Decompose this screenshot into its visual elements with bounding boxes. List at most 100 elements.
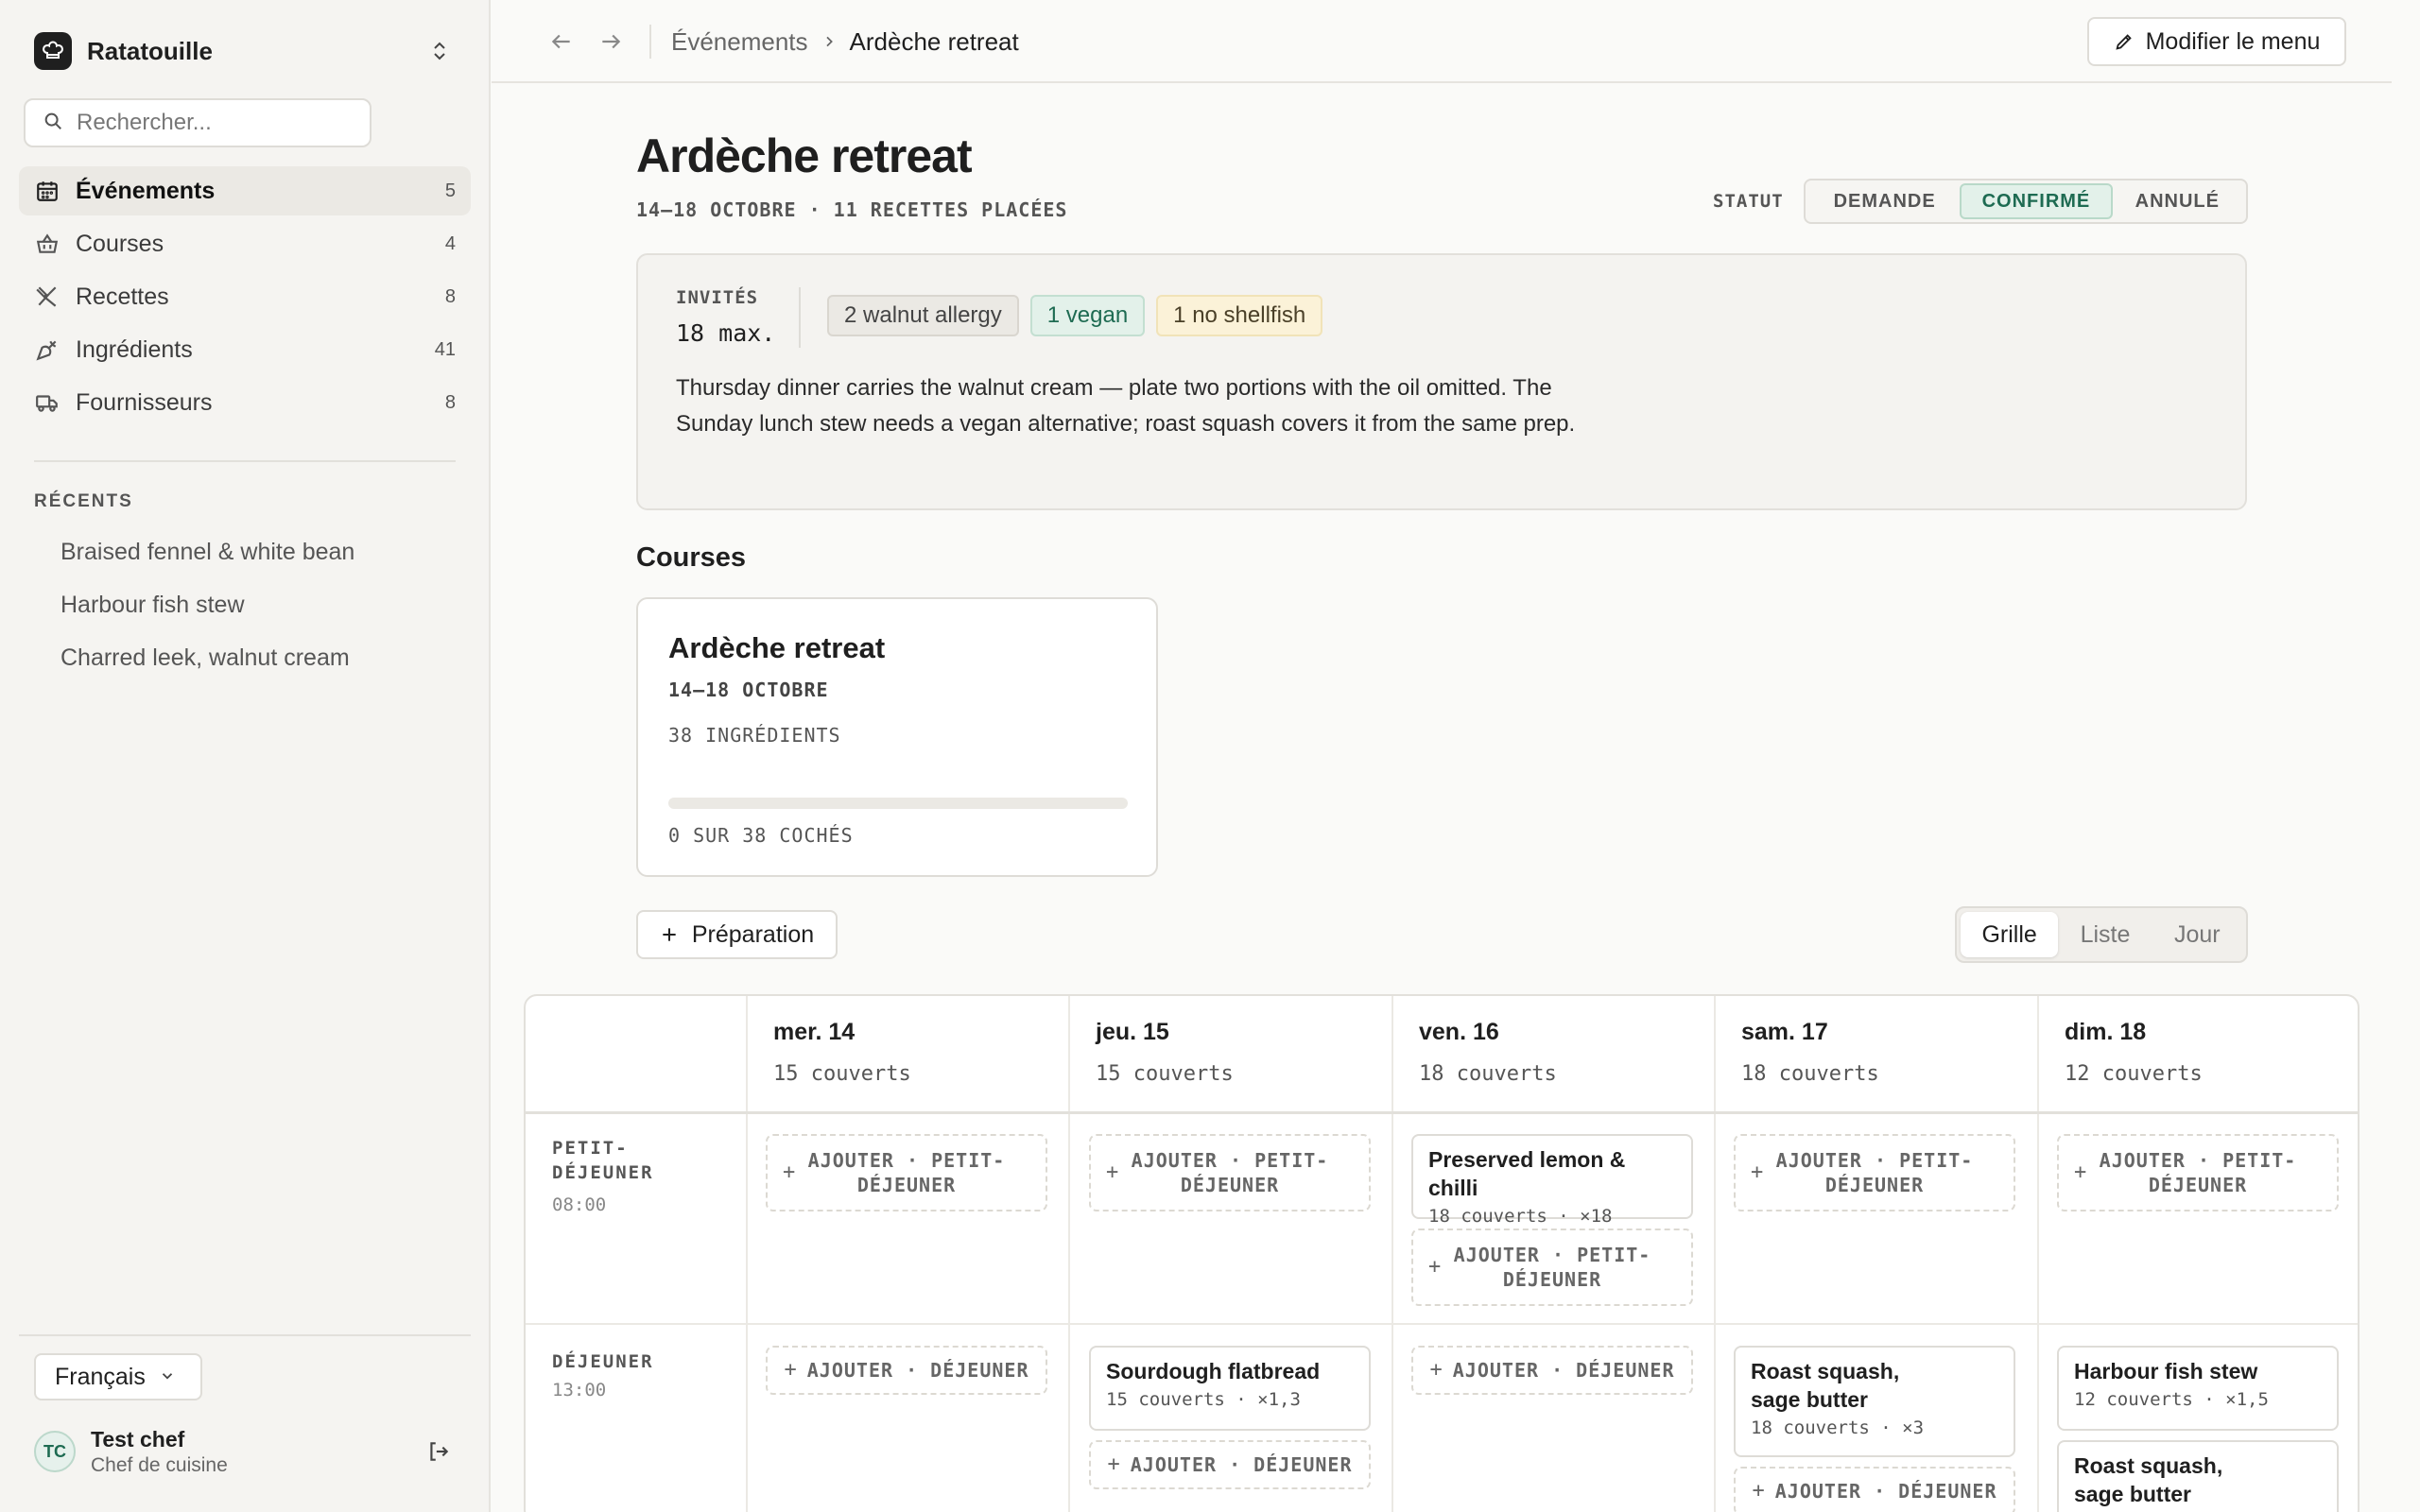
day-name: ven. 16 xyxy=(1419,1019,1499,1045)
add-slot-text: DÉJEUNER xyxy=(856,1174,957,1196)
day-name: jeu. 15 xyxy=(1096,1019,1169,1045)
edit-menu-button[interactable]: Modifier le menu xyxy=(2087,17,2346,66)
chevron-right-icon xyxy=(821,34,837,49)
recipe-card[interactable]: Sourdough flatbread 15 couverts · ×1,3 xyxy=(1089,1346,1371,1431)
day-covers: 12 couverts xyxy=(2065,1062,2203,1086)
day-name: dim. 18 xyxy=(2065,1019,2147,1045)
back-arrow-icon[interactable] xyxy=(544,25,579,59)
recent-item[interactable]: Charred leek, walnut cream xyxy=(60,631,458,684)
forward-arrow-icon[interactable] xyxy=(594,25,628,59)
recipe-meta: 18 couverts · ×3 xyxy=(1751,1418,1925,1438)
add-breakfast-slot[interactable]: + AJOUTER · PETIT- DÉJEUNER xyxy=(1734,1134,2015,1211)
add-slot-text: AJOUTER · PETIT- xyxy=(1131,1149,1329,1172)
recipe-card[interactable]: Roast squash, sage butter 18 couverts · ×… xyxy=(1734,1346,2015,1457)
status-option-confirme[interactable]: CONFIRMÉ xyxy=(1960,183,2113,219)
nav-count: 4 xyxy=(444,232,456,254)
recipe-name-line: sage butter xyxy=(1751,1387,1868,1412)
search-box[interactable] xyxy=(24,98,372,147)
edit-menu-label: Modifier le menu xyxy=(2145,27,2321,55)
guests-value: 18 max. xyxy=(676,319,776,347)
nav-label: Courses xyxy=(76,230,164,257)
add-breakfast-slot[interactable]: + AJOUTER · PETIT- DÉJEUNER xyxy=(766,1134,1047,1211)
recipe-card[interactable]: Roast squash, sage butter xyxy=(2057,1440,2339,1512)
avatar: TC xyxy=(34,1431,76,1472)
user-name: Test chef xyxy=(91,1426,185,1452)
add-breakfast-slot[interactable]: + AJOUTER · PETIT- DÉJEUNER xyxy=(1411,1228,1693,1306)
sidebar: Ratatouille Événements 5 Courses 4 xyxy=(0,0,491,1512)
tag-allergy: 2 walnut allergy xyxy=(827,295,1019,336)
recipe-name: Roast squash, sage butter xyxy=(1751,1357,1998,1414)
plus-icon: + xyxy=(1107,1452,1121,1476)
carrot-icon xyxy=(34,336,60,363)
chevron-down-icon xyxy=(159,1364,176,1391)
nav-item-courses[interactable]: Courses 4 xyxy=(19,219,471,268)
nav-label: Fournisseurs xyxy=(76,388,213,416)
recipe-card[interactable]: Harbour fish stew 12 couverts · ×1,5 xyxy=(2057,1346,2339,1431)
recipe-meta: 12 couverts · ×1,5 xyxy=(2074,1389,2269,1410)
status-option-annule[interactable]: ANNULÉ xyxy=(2113,183,2242,219)
sidebar-divider xyxy=(19,1334,471,1336)
nav-label: Ingrédients xyxy=(76,335,193,363)
plus-icon: + xyxy=(1751,1160,1765,1184)
plus-icon: + xyxy=(1429,1358,1443,1382)
recipe-meta: 15 couverts · ×1,3 xyxy=(1106,1389,1301,1410)
pencil-icon xyxy=(2116,34,2132,50)
plus-icon: + xyxy=(783,1160,797,1184)
plus-icon: + xyxy=(2074,1160,2088,1184)
language-select[interactable]: Français xyxy=(34,1353,202,1400)
recent-item[interactable]: Harbour fish stew xyxy=(60,578,458,631)
calendar-icon xyxy=(34,178,60,204)
day-name: mer. 14 xyxy=(773,1019,856,1045)
shopping-list-card[interactable]: Ardèche retreat 14–18 OCTOBRE 38 INGRÉDI… xyxy=(636,597,1158,877)
meal-name-breakfast: PETIT- DÉJEUNER xyxy=(552,1136,654,1185)
nav-count: 41 xyxy=(434,338,456,360)
view-liste[interactable]: Liste xyxy=(2058,912,2152,957)
chevron-up-down-icon[interactable] xyxy=(425,32,454,70)
grid-column-line xyxy=(1068,996,1070,1512)
add-lunch-slot[interactable]: + AJOUTER · DÉJEUNER xyxy=(1411,1346,1693,1395)
breadcrumb: Événements Ardèche retreat xyxy=(671,25,1019,59)
add-slot-text: AJOUTER · DÉJEUNER xyxy=(1130,1453,1353,1476)
guests-card: INVITÉS 18 max. 2 walnut allergy 1 vegan… xyxy=(636,253,2247,510)
meal-name-line: DÉJEUNER xyxy=(552,1162,654,1183)
add-preparation-button[interactable]: Préparation xyxy=(636,910,838,959)
nav-item-fournisseurs[interactable]: Fournisseurs 8 xyxy=(19,378,471,427)
courses-heading: Courses xyxy=(636,542,747,573)
view-jour[interactable]: Jour xyxy=(2152,912,2242,957)
add-slot-text: AJOUTER · PETIT- xyxy=(2099,1149,2297,1172)
card-checked: 0 SUR 38 COCHÉS xyxy=(668,824,854,847)
add-breakfast-slot[interactable]: + AJOUTER · PETIT- DÉJEUNER xyxy=(1089,1134,1371,1211)
add-slot-text: AJOUTER · DÉJEUNER xyxy=(1774,1480,1997,1503)
view-grille[interactable]: Grille xyxy=(1961,912,2059,957)
add-lunch-slot[interactable]: + AJOUTER · DÉJEUNER xyxy=(1089,1440,1371,1489)
add-breakfast-slot[interactable]: + AJOUTER · PETIT- DÉJEUNER xyxy=(2057,1134,2339,1211)
workspace-switcher[interactable]: Ratatouille xyxy=(34,32,454,70)
nav-item-recettes[interactable]: Recettes 8 xyxy=(19,272,471,321)
nav-label: Événements xyxy=(76,177,216,204)
search-input[interactable] xyxy=(77,110,360,136)
add-slot-text: AJOUTER · DÉJEUNER xyxy=(806,1359,1029,1382)
recipe-card[interactable]: Preserved lemon & chilli 18 couverts · ×… xyxy=(1411,1134,1693,1227)
logout-icon[interactable] xyxy=(422,1435,456,1469)
status-option-demande[interactable]: DEMANDE xyxy=(1809,183,1960,219)
breadcrumb-parent[interactable]: Événements xyxy=(671,27,808,57)
preparation-label: Préparation xyxy=(691,920,815,948)
grid-column-line xyxy=(1392,996,1393,1512)
meal-time: 13:00 xyxy=(552,1380,607,1400)
recent-item[interactable]: Braised fennel & white bean xyxy=(60,525,458,578)
meal-time: 08:00 xyxy=(552,1194,607,1215)
plus-icon: + xyxy=(1428,1255,1443,1279)
main-nav: Événements 5 Courses 4 Recettes 8 Ingréd… xyxy=(19,166,471,431)
utensils-icon xyxy=(34,284,60,310)
day-covers: 15 couverts xyxy=(773,1062,911,1086)
add-slot-text: DÉJEUNER xyxy=(2148,1174,2248,1196)
add-lunch-slot[interactable]: + AJOUTER · DÉJEUNER xyxy=(1734,1467,2015,1512)
status-segmented-control: DEMANDE CONFIRMÉ ANNULÉ xyxy=(1804,179,2248,224)
plus-icon: + xyxy=(1752,1479,1766,1503)
day-covers: 15 couverts xyxy=(1096,1062,1234,1086)
guest-notes: Thursday dinner carries the walnut cream… xyxy=(676,375,1576,437)
search-icon xyxy=(43,111,63,136)
add-lunch-slot[interactable]: + AJOUTER · DÉJEUNER xyxy=(766,1346,1047,1395)
nav-item-evenements[interactable]: Événements 5 xyxy=(19,166,471,215)
nav-item-ingredients[interactable]: Ingrédients 41 xyxy=(19,325,471,374)
